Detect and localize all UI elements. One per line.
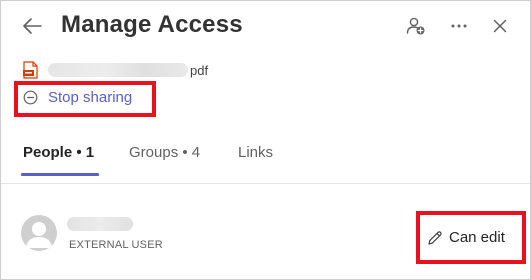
file-name-redacted [48,63,188,77]
divider [1,183,530,184]
permission-label: Can edit [449,229,505,246]
file-info: pdf [23,59,208,81]
add-user-button[interactable] [405,15,427,37]
more-options-button[interactable] [448,15,470,37]
stop-sharing-label: Stop sharing [48,89,133,106]
user-role: EXTERNAL USER [69,239,163,251]
person-avatar-icon [26,222,52,248]
add-user-icon [406,17,425,35]
tab-links[interactable]: Links [238,144,273,161]
manage-access-panel: Manage Access pdf Stop sharing People • … [0,0,531,280]
back-button[interactable] [19,13,45,39]
tab-groups[interactable]: Groups • 4 [129,144,200,161]
more-options-icon [451,24,467,28]
pencil-icon [428,230,442,245]
stop-sharing-button[interactable]: Stop sharing [23,89,132,106]
user-name-redacted [67,217,133,231]
back-arrow-icon [23,18,42,34]
close-icon [493,19,507,33]
file-extension: pdf [190,62,209,78]
permission-dropdown[interactable]: Can edit [427,229,505,246]
pdf-file-icon [23,61,38,79]
avatar [21,215,57,251]
page-title: Manage Access [61,11,243,38]
close-button[interactable] [489,15,511,37]
active-tab-indicator [21,173,99,176]
minus-circle-icon [23,90,38,105]
tab-people[interactable]: People • 1 [23,144,94,161]
